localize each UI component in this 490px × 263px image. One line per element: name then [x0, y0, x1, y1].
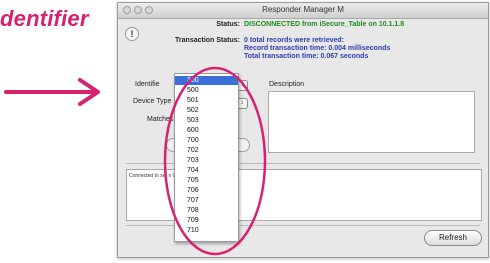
transaction-status-line-1: 0 total records were retrieved:	[244, 37, 344, 44]
dropdown-option[interactable]: 501	[175, 96, 238, 105]
dropdown-option[interactable]: 705	[175, 176, 238, 185]
dropdown-option[interactable]: 708	[175, 206, 238, 215]
responder-manager-window: Responder Manager M ! Status: DISCONNECT…	[117, 2, 489, 258]
dropdown-option[interactable]: 503	[175, 116, 238, 125]
status-label: Status:	[216, 21, 240, 28]
identifier-dropdown-menu[interactable]: 300 500 501 502 503 600 700 702 703 704 …	[174, 73, 239, 242]
dropdown-option[interactable]: 704	[175, 166, 238, 175]
dropdown-option[interactable]: 300	[175, 76, 238, 85]
transaction-status-line-2: Record transaction time: 0.004 milliseco…	[244, 45, 391, 52]
status-value: DISCONNECTED from iSecure_Table on 10.1.…	[244, 21, 405, 28]
dropdown-option[interactable]: 700	[175, 136, 238, 145]
transaction-status-line-3: Total transaction time: 0.067 seconds	[244, 53, 369, 60]
refresh-button[interactable]: Refresh	[424, 230, 482, 246]
description-label: Description	[269, 81, 305, 88]
alert-icon: !	[125, 27, 139, 41]
dropdown-option[interactable]: 706	[175, 186, 238, 195]
dropdown-option[interactable]: 703	[175, 156, 238, 165]
dropdown-option[interactable]: 500	[175, 86, 238, 95]
title-bar: Responder Manager M	[118, 3, 488, 19]
dropdown-option[interactable]: 600	[175, 126, 238, 135]
dropdown-option[interactable]: 702	[175, 146, 238, 155]
dropdown-option[interactable]: 710	[175, 226, 238, 235]
identifier-label: Identifie	[135, 81, 160, 88]
transaction-status-label: Transaction Status:	[175, 37, 240, 44]
dropdown-option[interactable]: 709	[175, 216, 238, 225]
dropdown-option[interactable]: 502	[175, 106, 238, 115]
annotation-arrow-icon	[4, 78, 100, 106]
matches-label: Matches	[147, 116, 174, 123]
dropdown-option[interactable]: 707	[175, 196, 238, 205]
device-type-label: Device Type	[133, 98, 172, 105]
window-title: Responder Manager M	[262, 5, 344, 14]
annotation-label: dentifier	[0, 6, 89, 31]
description-field[interactable]	[268, 91, 475, 153]
